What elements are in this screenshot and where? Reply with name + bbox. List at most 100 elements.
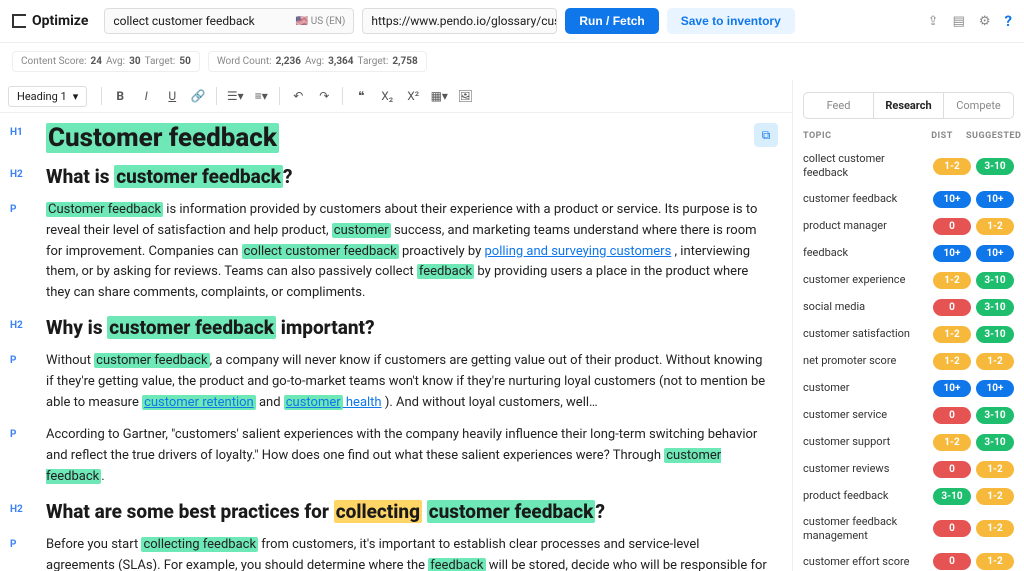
quote-button[interactable]: ❝ [349,84,373,108]
word-count-box[interactable]: Word Count:2,236 Avg:3,364 Target:2,758 [208,51,427,72]
topic-row[interactable]: customer effort score01-2 [803,548,1014,571]
cs-val: 24 [90,56,101,67]
t: customer [332,223,391,238]
cs-tgt: 50 [179,56,190,67]
topic-row[interactable]: customer service03-10 [803,402,1014,429]
topic-row[interactable]: customer support1-23-10 [803,429,1014,456]
t: collecting [334,500,422,523]
sugg-pill: 3-10 [976,272,1014,289]
topic-row[interactable]: customer satisfaction1-23-10 [803,321,1014,348]
notes-icon[interactable]: ▤ [953,14,965,29]
topic-row[interactable]: customer10+10+ [803,375,1014,402]
content-score-box[interactable]: Content Score:24 Avg:30 Target:50 [12,51,200,72]
keyword-input[interactable]: collect customer feedback 🇺🇸 US (EN) [104,8,354,34]
url-input[interactable]: https://www.pendo.io/glossary/customer-f… [362,8,557,34]
t: ? [283,165,293,188]
t [422,500,427,523]
topic-label: customer [803,381,928,395]
brand-icon [12,14,26,28]
editor-body[interactable]: ⧉ H1 Customer feedback H2 What is custom… [0,113,792,571]
wc-val: 2,236 [276,56,301,67]
link-health[interactable]: health [343,395,382,410]
th-sugg: SUGGESTED [966,131,1014,141]
sep [216,87,217,105]
heading-select[interactable]: Heading 1 ▾ [8,86,87,107]
t: ). And without loyal customers, well… [382,395,598,410]
h2b-row: H2 Why is customer feedback important? [10,316,770,339]
t: customer feedback [114,165,283,188]
topic-row[interactable]: net promoter score1-21-2 [803,348,1014,375]
tab-research[interactable]: Research [873,93,944,118]
undo-button[interactable]: ↶ [286,84,310,108]
p3-row: P According to Gartner, "customers' sali… [10,425,770,487]
p-tag: P [10,425,34,440]
help-icon[interactable]: ? [1005,12,1012,30]
image-button[interactable]: 🖼 [453,84,477,108]
dist-pill: 3-10 [933,488,971,505]
t: collect customer feedback [242,244,399,259]
heading-select-label: Heading 1 [17,90,67,103]
tab-compete[interactable]: Compete [944,93,1013,118]
topic-row[interactable]: customer feedback management01-2 [803,510,1014,549]
number-list-button[interactable]: ≡▾ [249,84,273,108]
save-inventory-button[interactable]: Save to inventory [667,8,795,34]
table-button[interactable]: ▦▾ [427,84,451,108]
underline-button[interactable]: U [160,84,184,108]
link-retention[interactable]: customer retention [142,395,256,410]
t: customer feedback [94,353,209,368]
main: Heading 1▾ B I U 🔗 ☰▾ ≡▾ ↶ ↷ ❝ X₂ X² ▦▾ … [0,80,1024,571]
t: important? [276,316,375,339]
dist-pill: 0 [933,553,971,570]
t[interactable]: customer [284,395,343,410]
t: customer feedback [427,500,596,523]
topic-label: customer feedback [803,192,928,206]
topic-row[interactable]: product manager01-2 [803,213,1014,240]
p2-row: P Without customer feedback, a company w… [10,351,770,413]
brand-label: Optimize [32,13,88,29]
link-button[interactable]: 🔗 [186,84,210,108]
copy-button[interactable]: ⧉ [754,123,778,147]
settings-icon[interactable]: ⚙ [979,14,991,29]
share-icon[interactable]: ⇪ [928,14,939,29]
t: and [256,395,284,410]
subscript-button[interactable]: X₂ [375,84,399,108]
topic-row[interactable]: collect customer feedback1-23-10 [803,147,1014,186]
wc-label: Word Count: [217,56,272,67]
topic-label: customer service [803,408,928,422]
th-topic: TOPIC [803,131,918,141]
italic-button[interactable]: I [134,84,158,108]
wc-tgt: 2,758 [392,56,417,67]
topics-list[interactable]: collect customer feedback1-23-10 customer… [803,147,1014,571]
topic-row[interactable]: customer experience1-23-10 [803,267,1014,294]
wc-tgtl: Target: [358,56,389,67]
dist-pill: 0 [933,407,971,424]
chevron-down-icon: ▾ [73,90,79,103]
sugg-pill: 3-10 [976,326,1014,343]
topic-row[interactable]: customer reviews01-2 [803,456,1014,483]
topic-row[interactable]: customer feedback10+10+ [803,186,1014,213]
bold-button[interactable]: B [108,84,132,108]
t: ? [595,500,605,523]
redo-button[interactable]: ↷ [312,84,336,108]
topic-label: customer effort score [803,555,928,569]
topic-row[interactable]: product feedback3-101-2 [803,483,1014,510]
sugg-pill: 1-2 [976,461,1014,478]
tab-feed[interactable]: Feed [804,93,873,118]
cs-avg: 30 [129,56,140,67]
dist-pill: 1-2 [933,326,971,343]
superscript-button[interactable]: X² [401,84,425,108]
dist-pill: 1-2 [933,272,971,289]
th-dist: DIST [918,131,966,141]
sugg-pill: 1-2 [976,488,1014,505]
link-polling[interactable]: polling and surveying customers [485,244,672,259]
run-fetch-button[interactable]: Run / Fetch [565,8,658,34]
topic-row[interactable]: feedback10+10+ [803,240,1014,267]
dist-pill: 10+ [933,191,971,208]
t: According to Gartner, "customers' salien… [46,427,757,463]
dist-pill: 0 [933,218,971,235]
sep [279,87,280,105]
topic-label: customer support [803,435,928,449]
cs-label: Content Score: [21,56,86,67]
topic-row[interactable]: social media03-10 [803,294,1014,321]
bullet-list-button[interactable]: ☰▾ [223,84,247,108]
